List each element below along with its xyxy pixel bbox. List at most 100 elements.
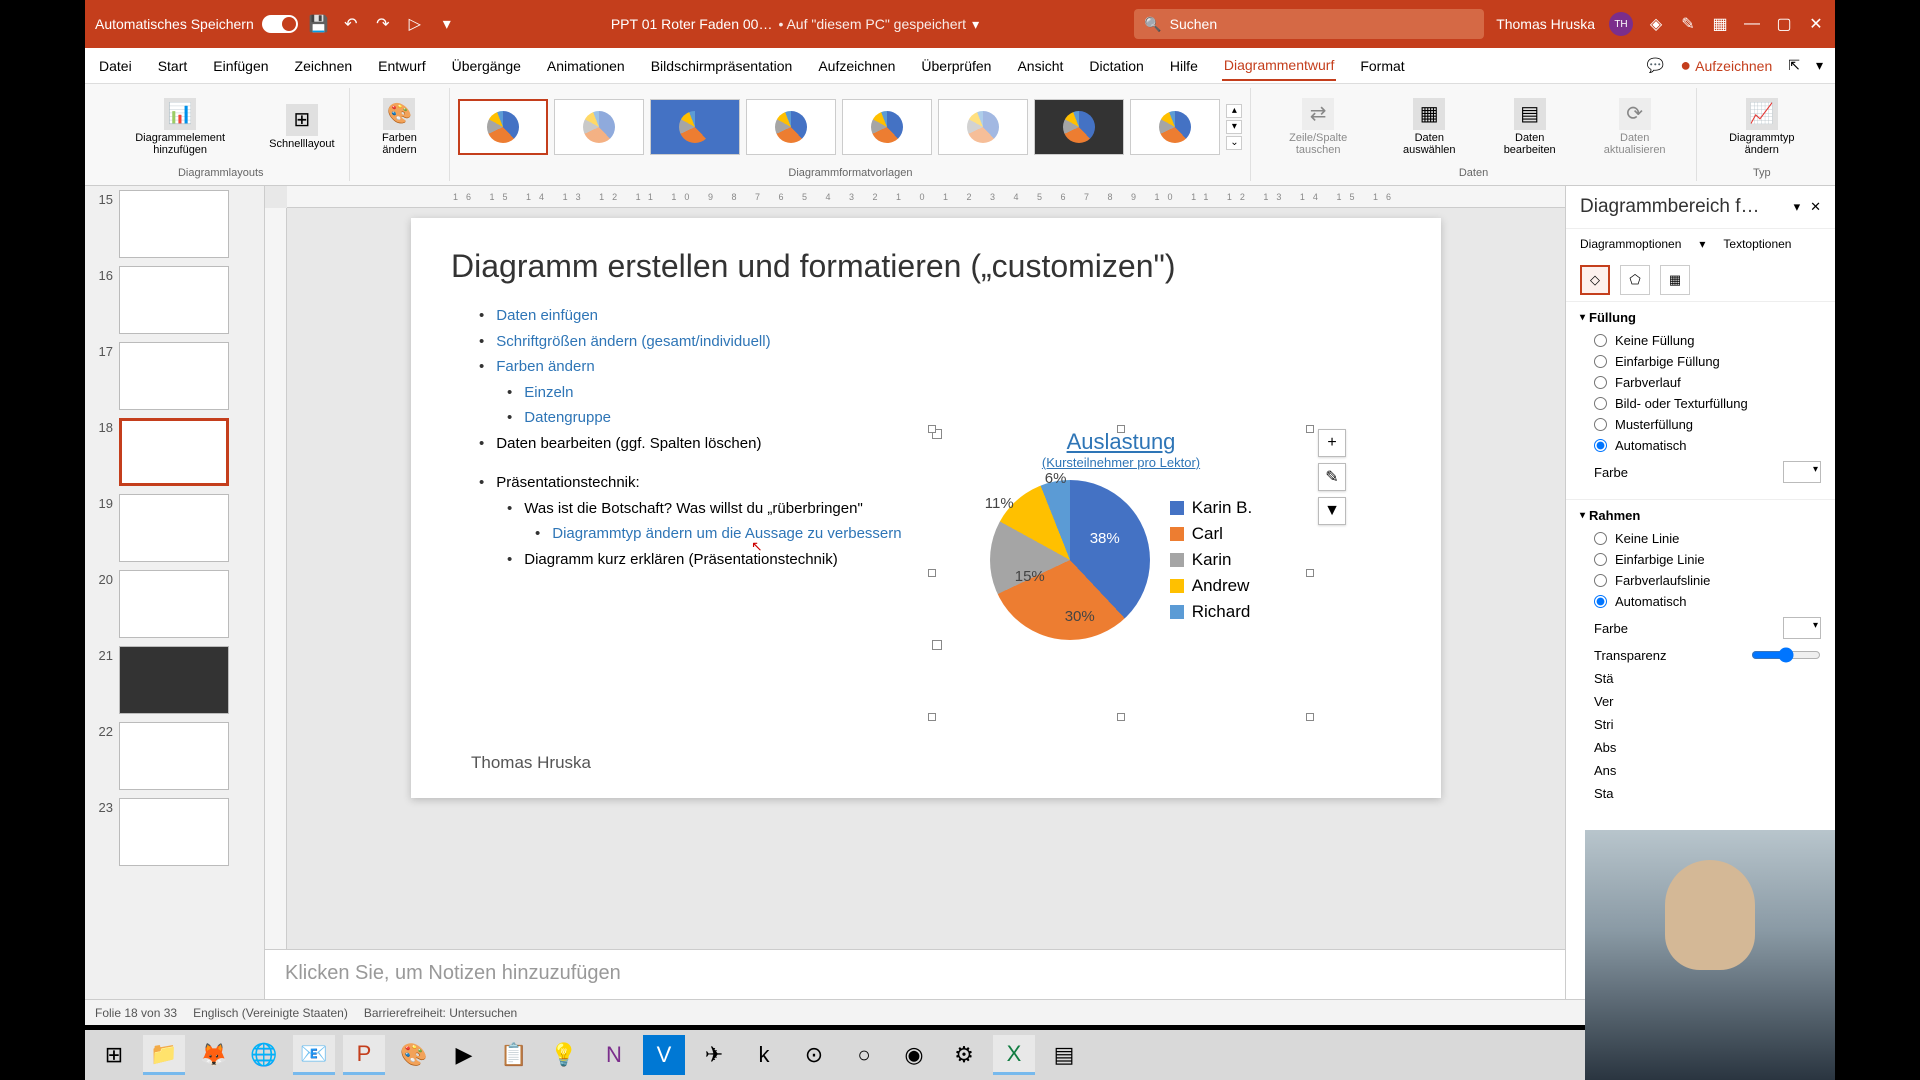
pane-close-icon[interactable]: ✕ (1810, 199, 1821, 214)
onenote-icon[interactable]: N (593, 1035, 635, 1075)
thumb-16[interactable] (119, 266, 229, 334)
change-colors-button[interactable]: 🎨Farben ändern (358, 94, 442, 160)
fill-none[interactable]: Keine Füllung (1594, 333, 1821, 348)
maximize-icon[interactable]: ▢ (1775, 15, 1793, 33)
chevron-down-icon[interactable]: ▾ (1816, 57, 1823, 74)
obs-icon[interactable]: ⊙ (793, 1035, 835, 1075)
undo-icon[interactable]: ↶ (342, 15, 360, 33)
notes-pane[interactable]: Klicken Sie, um Notizen hinzuzufügen (265, 949, 1565, 999)
redo-icon[interactable]: ↷ (374, 15, 392, 33)
slide-canvas[interactable]: Diagramm erstellen und formatieren („cus… (411, 218, 1441, 798)
app-icon-6[interactable]: ○ (843, 1035, 885, 1075)
file-name[interactable]: PPT 01 Roter Faden 00… (611, 16, 773, 32)
app-icon-2[interactable]: 📋 (493, 1035, 535, 1075)
slide-counter[interactable]: Folie 18 von 33 (95, 1006, 177, 1020)
app-icon-5[interactable]: k (743, 1035, 785, 1075)
start-button[interactable]: ⊞ (93, 1035, 135, 1075)
thumb-18[interactable] (119, 418, 229, 486)
tab-zeichnen[interactable]: Zeichnen (293, 52, 355, 80)
chart-style-1[interactable] (458, 99, 548, 155)
fill-auto[interactable]: Automatisch (1594, 438, 1821, 453)
fill-gradient[interactable]: Farbverlauf (1594, 375, 1821, 390)
thumb-19[interactable] (119, 494, 229, 562)
chart-subtitle[interactable]: (Kursteilnehmer pro Lektor) (932, 455, 1310, 470)
powerpoint-icon[interactable]: P (343, 1035, 385, 1075)
thumb-22[interactable] (119, 722, 229, 790)
quick-layout-button[interactable]: ⊞Schnelllayout (263, 100, 340, 154)
autosave-toggle[interactable]: Automatisches Speichern (95, 15, 298, 33)
border-gradient[interactable]: Farbverlaufslinie (1594, 573, 1821, 588)
chart-style-7[interactable] (1034, 99, 1124, 155)
chart-style-5[interactable] (842, 99, 932, 155)
tab-format[interactable]: Format (1358, 52, 1406, 80)
size-icon[interactable]: ▦ (1660, 265, 1690, 295)
tab-uebergaenge[interactable]: Übergänge (450, 52, 523, 80)
chrome-icon[interactable]: 🌐 (243, 1035, 285, 1075)
accessibility-status[interactable]: Barrierefreiheit: Untersuchen (364, 1006, 517, 1020)
comments-icon[interactable]: 💬 (1647, 57, 1664, 74)
app-icon-7[interactable]: ◉ (893, 1035, 935, 1075)
effects-icon[interactable]: ⬠ (1620, 265, 1650, 295)
language-status[interactable]: Englisch (Vereinigte Staaten) (193, 1006, 348, 1020)
calendar-icon[interactable]: ▦ (1711, 15, 1729, 33)
app-icon[interactable]: 🎨 (393, 1035, 435, 1075)
diamond-icon[interactable]: ◈ (1647, 15, 1665, 33)
edit-data-button[interactable]: ▤Daten bearbeiten (1482, 94, 1578, 160)
border-section[interactable]: Rahmen (1580, 508, 1821, 523)
app-icon-4[interactable]: V (643, 1035, 685, 1075)
tab-hilfe[interactable]: Hilfe (1168, 52, 1200, 80)
border-color-button[interactable] (1783, 617, 1821, 639)
chart-style-button[interactable]: ✎ (1318, 463, 1346, 491)
tab-einfuegen[interactable]: Einfügen (211, 52, 270, 80)
vlc-icon[interactable]: ▶ (443, 1035, 485, 1075)
tab-ansicht[interactable]: Ansicht (1015, 52, 1065, 80)
chart-add-element-button[interactable]: + (1318, 429, 1346, 457)
share-icon[interactable]: ⇱ (1788, 57, 1800, 74)
record-button[interactable]: Aufzeichnen (1680, 55, 1772, 76)
slideshow-icon[interactable]: ▷ (406, 15, 424, 33)
chart-object[interactable]: Auslastung (Kursteilnehmer pro Lektor) 3… (931, 428, 1311, 718)
slide-thumbnails[interactable]: 15 16 17 18 19 20 21 22 23 (85, 186, 265, 999)
border-auto[interactable]: Automatisch (1594, 594, 1821, 609)
app-icon-3[interactable]: 💡 (543, 1035, 585, 1075)
gallery-scroll[interactable]: ▴▾⌄ (1226, 104, 1242, 150)
tab-start[interactable]: Start (156, 52, 190, 80)
tab-bildschirm[interactable]: Bildschirmpräsentation (649, 52, 795, 80)
fill-color-button[interactable] (1783, 461, 1821, 483)
select-data-button[interactable]: ▦Daten auswählen (1381, 94, 1478, 160)
tab-aufzeichnen[interactable]: Aufzeichnen (816, 52, 897, 80)
dropdown-icon[interactable]: ▾ (438, 15, 456, 33)
search-input[interactable] (1170, 16, 1475, 32)
chart-style-4[interactable] (746, 99, 836, 155)
outlook-icon[interactable]: 📧 (293, 1035, 335, 1075)
tab-diagrammentwurf[interactable]: Diagrammentwurf (1222, 51, 1336, 81)
chart-style-3[interactable] (650, 99, 740, 155)
tab-animationen[interactable]: Animationen (545, 52, 627, 80)
tab-dictation[interactable]: Dictation (1087, 52, 1145, 80)
tab-datei[interactable]: Datei (97, 52, 134, 80)
fill-line-icon[interactable]: ◇ (1580, 265, 1610, 295)
tab-entwurf[interactable]: Entwurf (376, 52, 427, 80)
thumb-17[interactable] (119, 342, 229, 410)
border-none[interactable]: Keine Linie (1594, 531, 1821, 546)
fill-pattern[interactable]: Musterfüllung (1594, 417, 1821, 432)
pane-tab-text[interactable]: Textoptionen (1723, 237, 1791, 251)
chart-style-2[interactable] (554, 99, 644, 155)
excel-icon[interactable]: X (993, 1035, 1035, 1075)
save-icon[interactable]: 💾 (310, 15, 328, 33)
close-icon[interactable]: ✕ (1807, 15, 1825, 33)
thumb-21[interactable] (119, 646, 229, 714)
firefox-icon[interactable]: 🦊 (193, 1035, 235, 1075)
chart-filter-button[interactable]: ▼ (1318, 497, 1346, 525)
thumb-15[interactable] (119, 190, 229, 258)
fill-picture[interactable]: Bild- oder Texturfüllung (1594, 396, 1821, 411)
thumb-20[interactable] (119, 570, 229, 638)
avatar[interactable]: TH (1609, 12, 1633, 36)
app-icon-8[interactable]: ▤ (1043, 1035, 1085, 1075)
explorer-icon[interactable]: 📁 (143, 1035, 185, 1075)
settings-icon[interactable]: ⚙ (943, 1035, 985, 1075)
slide-title[interactable]: Diagramm erstellen und formatieren („cus… (451, 248, 1401, 285)
pane-tab-diagram[interactable]: Diagrammoptionen (1580, 237, 1681, 251)
minimize-icon[interactable]: — (1743, 15, 1761, 33)
pane-collapse-icon[interactable]: ▾ (1794, 199, 1801, 214)
